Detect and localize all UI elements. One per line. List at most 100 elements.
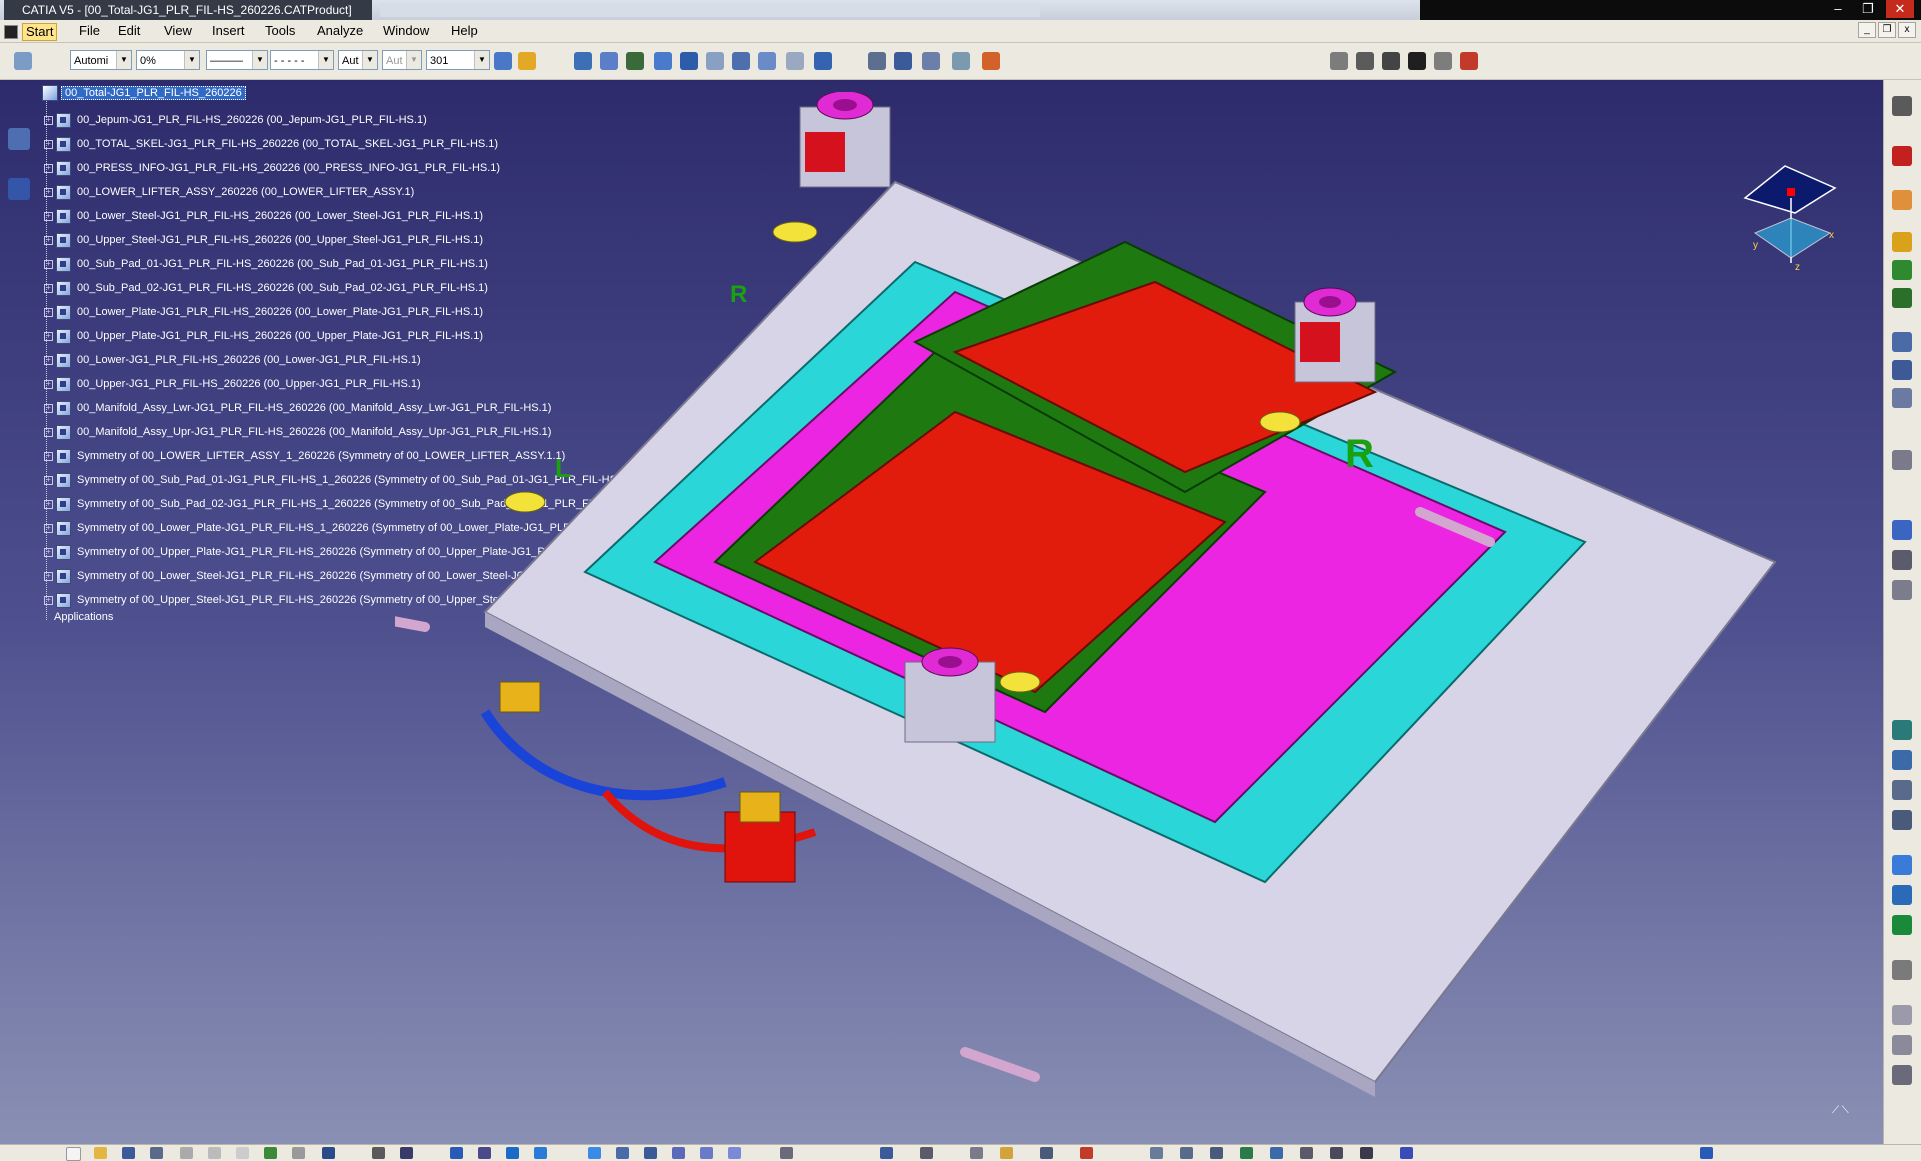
sync-icon[interactable] — [1400, 1147, 1413, 1159]
3d-compass[interactable]: x y z — [1735, 158, 1845, 273]
new-part-icon[interactable] — [1892, 288, 1912, 308]
unload-icon[interactable] — [1330, 1147, 1343, 1159]
layer-combo[interactable]: 301 ▼ — [426, 50, 490, 70]
generate-numbering-icon[interactable] — [1892, 388, 1912, 408]
catalog-icon[interactable] — [920, 1147, 933, 1159]
paste-icon[interactable] — [236, 1147, 249, 1159]
bom-list-icon[interactable] — [1356, 52, 1374, 70]
point-combo[interactable]: Aut ▼ — [338, 50, 378, 70]
scene-icon[interactable] — [952, 52, 970, 70]
copy-icon[interactable] — [208, 1147, 221, 1159]
tree-node[interactable]: +00_Upper-JG1_PLR_FIL-HS_260226 (00_Uppe… — [44, 376, 421, 392]
thickness-combo[interactable]: - - - - - ▼ — [270, 50, 334, 70]
tree-node[interactable]: +00_Jepum-JG1_PLR_FIL-HS_260226 (00_Jepu… — [44, 112, 427, 128]
menu-start[interactable]: Start — [22, 23, 58, 41]
new-component-icon[interactable] — [1892, 232, 1912, 252]
compass-reset-icon[interactable] — [880, 1147, 893, 1159]
cut-icon[interactable] — [180, 1147, 193, 1159]
assembly-constraint-icon[interactable] — [574, 52, 592, 70]
pan-icon[interactable] — [450, 1147, 463, 1159]
multi-instantiation-icon[interactable] — [1892, 580, 1912, 600]
pdf-icon[interactable] — [1892, 146, 1912, 166]
transparency-combo[interactable]: 0% ▼ — [136, 50, 200, 70]
tree-collapse-icon[interactable] — [1180, 1147, 1193, 1159]
rotate-view-icon[interactable] — [478, 1147, 491, 1159]
save-icon[interactable] — [122, 1147, 135, 1159]
open-icon[interactable] — [94, 1147, 107, 1159]
undo-icon[interactable] — [264, 1147, 277, 1159]
visualization-mode-icon[interactable] — [1270, 1147, 1283, 1159]
contact-constraint-icon[interactable] — [1892, 810, 1912, 830]
workbench-icon[interactable] — [1892, 96, 1912, 116]
sections-icon[interactable] — [1892, 1035, 1912, 1055]
constraint-icon[interactable] — [1892, 750, 1912, 770]
sectioning-icon[interactable] — [786, 52, 804, 70]
zoom-in-icon[interactable] — [506, 1147, 519, 1159]
rotate-icon[interactable] — [1892, 1005, 1912, 1025]
offset-constraint-icon[interactable] — [1892, 855, 1912, 875]
measure-icon[interactable] — [868, 52, 886, 70]
manage-representation-icon[interactable] — [1892, 550, 1912, 570]
multi-view-icon[interactable] — [616, 1147, 629, 1159]
select-arrow-icon[interactable] — [1892, 190, 1912, 210]
properties-icon[interactable] — [1434, 52, 1452, 70]
manipulation-icon[interactable] — [680, 52, 698, 70]
clash-icon[interactable] — [758, 52, 776, 70]
fly-mode-icon[interactable] — [372, 1147, 385, 1159]
design-mode-icon[interactable] — [1240, 1147, 1253, 1159]
knowledge-icon[interactable] — [1000, 1147, 1013, 1159]
tree-root[interactable]: 00_Total-JG1_PLR_FIL-HS_260226 — [42, 85, 246, 102]
abc-annotation-icon[interactable] — [894, 52, 912, 70]
iso-view-icon[interactable] — [644, 1147, 657, 1159]
text-annotation-icon[interactable] — [922, 52, 940, 70]
bill-of-material-icon[interactable] — [1382, 52, 1400, 70]
fast-multi-instantiation-icon[interactable] — [1892, 450, 1912, 470]
redo-icon[interactable] — [292, 1147, 305, 1159]
graph-tree-icon[interactable] — [1892, 360, 1912, 380]
product-icon[interactable] — [14, 52, 32, 70]
explode-icon[interactable] — [732, 52, 750, 70]
normal-view-icon[interactable] — [588, 1147, 601, 1159]
document-minimize-button[interactable]: _ — [1858, 22, 1876, 38]
menu-help[interactable]: Help — [448, 23, 481, 39]
close-button[interactable]: ✕ — [1886, 0, 1914, 18]
reorder-icon[interactable] — [1892, 520, 1912, 540]
document-close-button[interactable]: x — [1898, 22, 1916, 38]
minimize-button[interactable]: ‒ — [1824, 0, 1852, 18]
fit-all-icon[interactable] — [400, 1147, 413, 1159]
menu-analyze[interactable]: Analyze — [314, 23, 366, 39]
maximize-button[interactable]: ❐ — [1854, 0, 1882, 18]
filter-icon[interactable] — [8, 178, 30, 200]
tree-applications[interactable]: Applications — [54, 611, 113, 623]
replace-component-icon[interactable] — [1892, 332, 1912, 352]
print-icon[interactable] — [150, 1147, 163, 1159]
fix-component-icon[interactable] — [1892, 780, 1912, 800]
angle-constraint-icon[interactable] — [1892, 885, 1912, 905]
zoom-area-icon[interactable] — [1700, 1147, 1713, 1159]
scenes-icon[interactable] — [1892, 960, 1912, 980]
coincidence-constraint-icon[interactable] — [1892, 915, 1912, 935]
menu-tools[interactable]: Tools — [262, 23, 298, 39]
part-icon[interactable] — [654, 52, 672, 70]
document-restore-button[interactable]: ❐ — [1878, 22, 1896, 38]
save-management-bottom-icon[interactable] — [1360, 1147, 1373, 1159]
load-icon[interactable] — [1300, 1147, 1313, 1159]
menu-edit[interactable]: Edit — [115, 23, 143, 39]
tree-node[interactable]: +00_LOWER_LIFTER_ASSY_260226 (00_LOWER_L… — [44, 184, 414, 200]
measure-between-icon[interactable] — [780, 1147, 793, 1159]
graphic-properties-icon[interactable] — [518, 52, 536, 70]
analysis-icon[interactable] — [1080, 1147, 1093, 1159]
layer-filter-icon[interactable] — [1040, 1147, 1053, 1159]
linetype-combo[interactable]: ——— ▼ — [206, 50, 268, 70]
save-management-icon[interactable] — [1408, 52, 1426, 70]
help-icon[interactable] — [322, 1147, 335, 1159]
menu-view[interactable]: View — [161, 23, 195, 39]
update-icon[interactable] — [1892, 720, 1912, 740]
menu-file[interactable]: File — [76, 23, 103, 39]
color-combo[interactable]: Automi ▼ — [70, 50, 132, 70]
reframe-icon[interactable] — [1210, 1147, 1223, 1159]
tree-expand-icon[interactable] — [1150, 1147, 1163, 1159]
options-icon[interactable] — [970, 1147, 983, 1159]
start-menu-icon[interactable] — [4, 25, 18, 39]
product-icon-2[interactable] — [626, 52, 644, 70]
